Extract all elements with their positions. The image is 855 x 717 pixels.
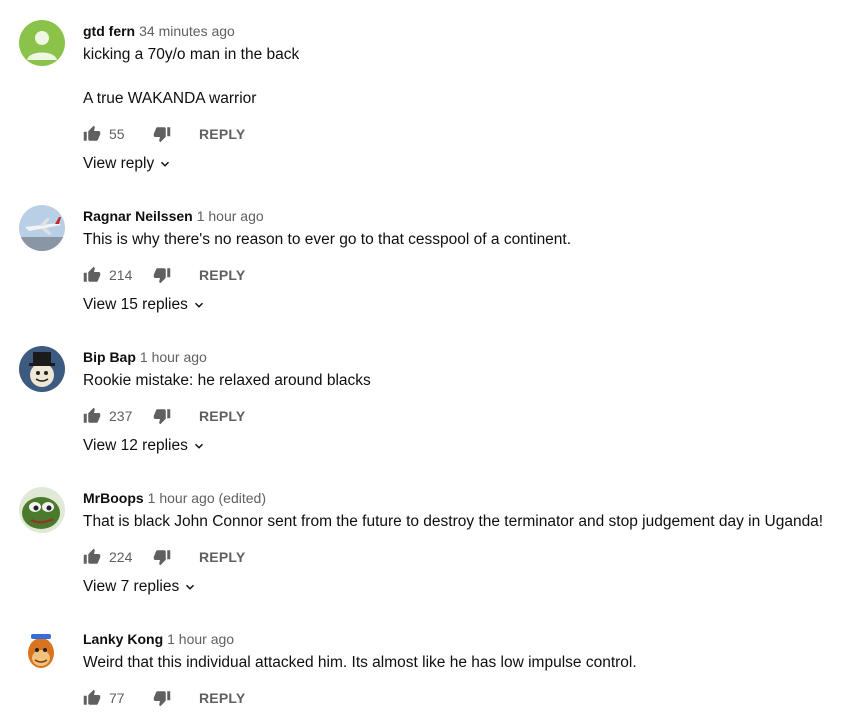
comment-actions: 214 REPLY — [83, 265, 245, 285]
comment-time[interactable]: 1 hour ago — [167, 631, 234, 647]
thumbs-up-icon[interactable] — [83, 407, 101, 425]
comment-header: Ragnar Neilssen 1 hour ago — [83, 207, 845, 225]
comment-time[interactable]: 1 hour ago — [197, 208, 264, 224]
view-replies-button[interactable]: View reply — [83, 155, 172, 173]
like-count: 214 — [109, 267, 133, 283]
comment-time[interactable]: 1 hour ago — [140, 349, 207, 365]
reply-button[interactable]: REPLY — [199, 690, 245, 706]
like-count: 224 — [109, 549, 133, 565]
author-name[interactable]: Lanky Kong — [83, 631, 163, 647]
comment-text: kicking a 70y/o man in the back A true W… — [83, 44, 845, 110]
author-name[interactable]: MrBoops — [83, 490, 144, 506]
author-name[interactable]: Bip Bap — [83, 349, 136, 365]
green-frog-avatar[interactable] — [19, 487, 65, 533]
view-replies-label: View 12 replies — [83, 437, 188, 454]
comment-line: That is black John Connor sent from the … — [83, 513, 824, 530]
comment-actions: 55 REPLY — [83, 124, 245, 144]
comment-line: kicking a 70y/o man in the back — [83, 46, 300, 63]
reply-button[interactable]: REPLY — [199, 267, 245, 283]
comment-line: This is why there's no reason to ever go… — [83, 231, 572, 248]
comment-line: Rookie mistake: he relaxed around blacks — [83, 372, 371, 389]
like-count: 237 — [109, 408, 133, 424]
reply-button[interactable]: REPLY — [199, 126, 245, 142]
comment-line: A true WAKANDA warrior — [83, 90, 257, 107]
like-count: 77 — [109, 690, 125, 706]
author-name[interactable]: Ragnar Neilssen — [83, 208, 193, 224]
view-replies-button[interactable]: View 7 replies — [83, 578, 197, 596]
comment-text: That is black John Connor sent from the … — [83, 511, 845, 533]
comment-header: Bip Bap 1 hour ago — [83, 348, 845, 366]
comment-header: MrBoops 1 hour ago (edited) — [83, 489, 845, 507]
comment-actions: 77 REPLY — [83, 688, 245, 708]
chevron-down-icon — [158, 157, 172, 171]
comment-line: Weird that this individual attacked him.… — [83, 654, 637, 671]
comment-header: Lanky Kong 1 hour ago — [83, 630, 845, 648]
thumbs-down-icon[interactable] — [153, 407, 171, 425]
like-count: 55 — [109, 126, 125, 142]
thumbs-down-icon[interactable] — [153, 266, 171, 284]
author-name[interactable]: gtd fern — [83, 23, 135, 39]
thumbs-down-icon[interactable] — [153, 689, 171, 707]
edited-label: (edited) — [218, 490, 266, 506]
default-person-avatar[interactable] — [19, 20, 65, 66]
comment-time[interactable]: 1 hour ago — [148, 490, 215, 506]
view-replies-label: View 7 replies — [83, 578, 180, 595]
top-hat-character-avatar[interactable] — [19, 346, 65, 392]
chevron-down-icon — [183, 580, 197, 594]
orange-ape-avatar[interactable] — [19, 628, 65, 674]
thumbs-up-icon[interactable] — [83, 266, 101, 284]
comment-text: Rookie mistake: he relaxed around blacks — [83, 370, 845, 392]
comment-actions: 237 REPLY — [83, 406, 245, 426]
view-replies-label: View reply — [83, 155, 155, 172]
airplane-avatar[interactable] — [19, 205, 65, 251]
thumbs-down-icon[interactable] — [153, 125, 171, 143]
chevron-down-icon — [192, 439, 206, 453]
comment-header: gtd fern 34 minutes ago — [83, 22, 845, 40]
chevron-down-icon — [192, 298, 206, 312]
comment-text: Weird that this individual attacked him.… — [83, 652, 845, 674]
reply-button[interactable]: REPLY — [199, 408, 245, 424]
reply-button[interactable]: REPLY — [199, 549, 245, 565]
view-replies-label: View 15 replies — [83, 296, 188, 313]
comment-actions: 224 REPLY — [83, 547, 245, 567]
thumbs-down-icon[interactable] — [153, 548, 171, 566]
comment-time[interactable]: 34 minutes ago — [139, 23, 235, 39]
comment-text: This is why there's no reason to ever go… — [83, 229, 845, 251]
thumbs-up-icon[interactable] — [83, 125, 101, 143]
thumbs-up-icon[interactable] — [83, 548, 101, 566]
thumbs-up-icon[interactable] — [83, 689, 101, 707]
view-replies-button[interactable]: View 12 replies — [83, 437, 206, 455]
view-replies-button[interactable]: View 15 replies — [83, 296, 206, 314]
